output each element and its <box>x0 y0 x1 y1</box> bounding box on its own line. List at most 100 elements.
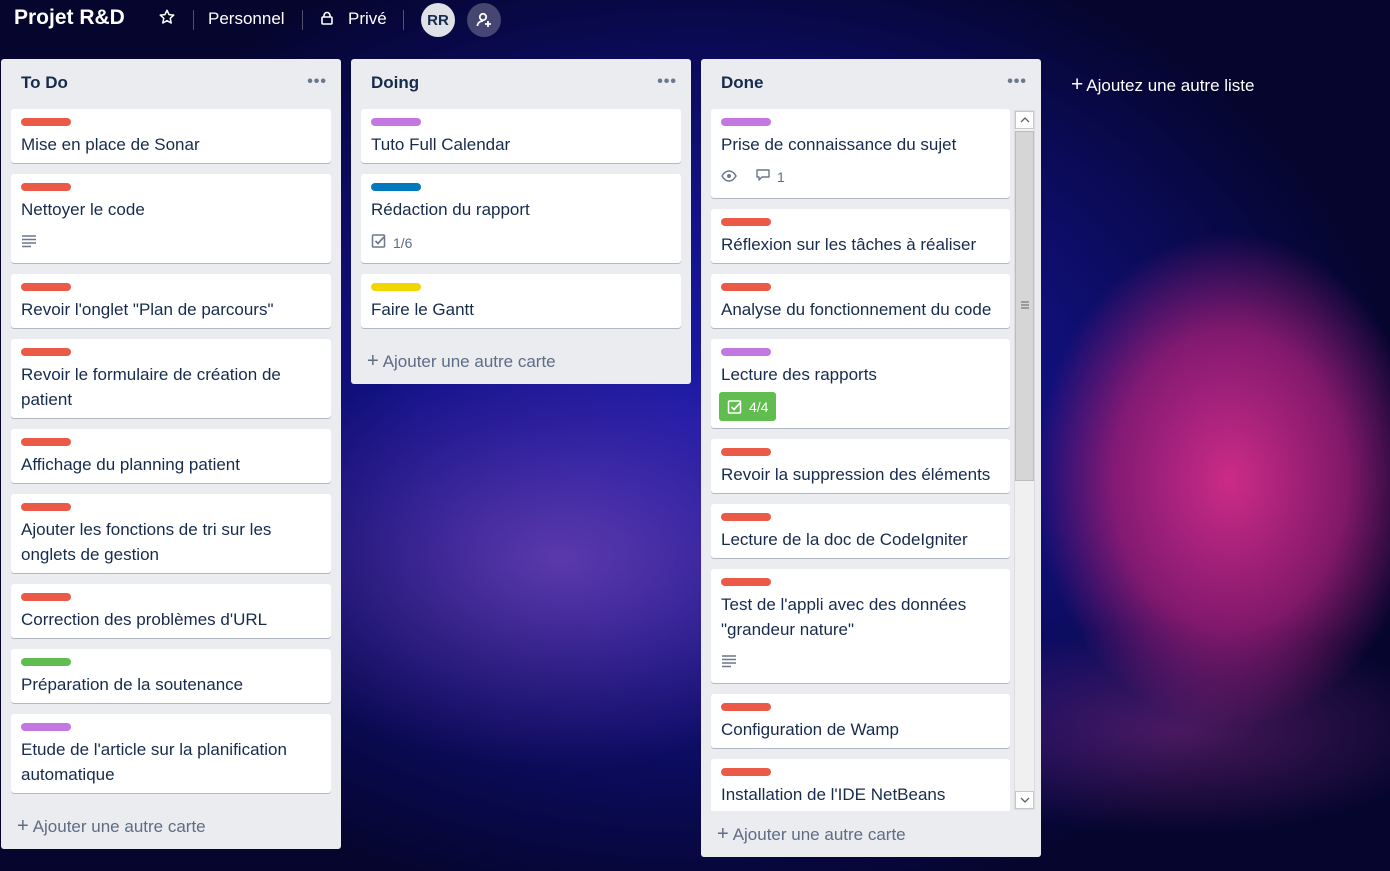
header-separator <box>193 10 194 30</box>
card-label <box>21 593 71 601</box>
checklist-count: 4/4 <box>749 398 769 415</box>
card-label <box>721 578 771 586</box>
board-header: Projet R&D Personnel Privé RR <box>0 0 1390 40</box>
card[interactable]: Revoir la suppression des éléments <box>711 439 1010 493</box>
list-menu-icon[interactable]: ••• <box>657 73 677 91</box>
card-title: Revoir l'onglet "Plan de parcours" <box>21 300 274 319</box>
avatar[interactable]: RR <box>421 3 455 37</box>
card[interactable]: Revoir le formulaire de création de pati… <box>11 339 331 418</box>
card[interactable]: Configuration de Wamp <box>711 694 1010 748</box>
card[interactable]: Ajouter les fonctions de tri sur les ong… <box>11 494 331 573</box>
list-doing: Doing ••• Tuto Full Calendar Rédaction d… <box>351 59 691 384</box>
team-button[interactable]: Personnel <box>208 9 285 29</box>
card-badges <box>721 654 737 671</box>
card-label <box>721 283 771 291</box>
card[interactable]: Tuto Full Calendar <box>361 109 681 163</box>
add-card-button[interactable]: + Ajouter une autre carte <box>367 350 556 373</box>
list-done: Done ••• Prise de connaissance du sujet … <box>701 59 1041 857</box>
star-icon[interactable] <box>158 8 176 31</box>
card-title: Configuration de Wamp <box>721 720 899 739</box>
card[interactable]: Affichage du planning patient <box>11 429 331 483</box>
add-card-label: Ajouter une autre carte <box>32 817 206 836</box>
card-title: Faire le Gantt <box>371 300 474 319</box>
chevron-down-icon <box>1020 797 1029 803</box>
scroll-thumb[interactable] <box>1015 131 1034 481</box>
card-label <box>371 118 421 126</box>
scroll-up-button[interactable] <box>1015 111 1034 129</box>
comment-icon <box>755 168 771 185</box>
card-title: Installation de l'IDE NetBeans <box>721 785 946 804</box>
header-separator <box>302 10 303 30</box>
card-label <box>371 183 421 191</box>
description-icon <box>721 654 737 671</box>
checklist-icon <box>727 399 743 415</box>
card-badges: 1/6 <box>371 233 412 252</box>
card[interactable]: Correction des problèmes d'URL <box>11 584 331 638</box>
card[interactable]: Prise de connaissance du sujet 1 <box>711 109 1010 198</box>
card-title: Lecture de la doc de CodeIgniter <box>721 530 968 549</box>
card-label <box>371 283 421 291</box>
card-title: Etude de l'article sur la planification … <box>21 740 287 784</box>
card[interactable]: Préparation de la soutenance <box>11 649 331 703</box>
card[interactable]: Installation de l'IDE NetBeans <box>711 759 1010 811</box>
card[interactable]: Réflexion sur les tâches à réaliser <box>711 209 1010 263</box>
card-title: Revoir la suppression des éléments <box>721 465 991 484</box>
card-label <box>21 118 71 126</box>
card-label <box>721 703 771 711</box>
card-label <box>21 658 71 666</box>
add-list-label: Ajoutez une autre liste <box>1086 76 1255 95</box>
checklist-icon <box>371 233 387 252</box>
card-label <box>721 513 771 521</box>
list-title[interactable]: Done <box>721 73 764 93</box>
visibility-button[interactable]: Privé <box>348 9 387 29</box>
card-title: Rédaction du rapport <box>371 200 530 219</box>
card-badges: 1 <box>721 168 785 185</box>
checklist-count: 1/6 <box>393 234 413 251</box>
card-title: Réflexion sur les tâches à réaliser <box>721 235 977 254</box>
card[interactable]: Faire le Gantt <box>361 274 681 328</box>
card[interactable]: Analyse du fonctionnement du code <box>711 274 1010 328</box>
card[interactable]: Nettoyer le code <box>11 174 331 263</box>
card-label <box>21 283 71 291</box>
card-title: Ajouter les fonctions de tri sur les ong… <box>21 520 272 564</box>
card-label <box>21 348 71 356</box>
card[interactable]: Lecture de la doc de CodeIgniter <box>711 504 1010 558</box>
plus-icon: + <box>717 823 729 845</box>
add-card-button[interactable]: + Ajouter une autre carte <box>717 823 906 846</box>
card-title: Nettoyer le code <box>21 200 145 219</box>
list-menu-icon[interactable]: ••• <box>307 73 327 91</box>
card-label <box>721 118 771 126</box>
card-label <box>21 503 71 511</box>
scroll-down-button[interactable] <box>1015 791 1034 809</box>
card-title: Test de l'appli avec des données "grande… <box>721 595 967 639</box>
checklist-complete-badge: 4/4 <box>719 392 777 421</box>
add-card-button[interactable]: + Ajouter une autre carte <box>17 815 206 838</box>
card-label <box>21 438 71 446</box>
card[interactable]: Rédaction du rapport 1/6 <box>361 174 681 263</box>
chevron-up-icon <box>1020 117 1029 123</box>
card-title: Mise en place de Sonar <box>21 135 200 154</box>
list-menu-icon[interactable]: ••• <box>1007 73 1027 91</box>
plus-icon: + <box>17 815 29 837</box>
add-member-icon[interactable] <box>467 3 501 37</box>
comment-count: 1 <box>777 168 785 185</box>
card[interactable]: Mise en place de Sonar <box>11 109 331 163</box>
add-list-button[interactable]: + Ajoutez une autre liste <box>1071 73 1254 97</box>
card[interactable]: Test de l'appli avec des données "grande… <box>711 569 1010 683</box>
eye-icon <box>721 169 737 185</box>
list-title[interactable]: Doing <box>371 73 419 93</box>
card-title: Revoir le formulaire de création de pati… <box>21 365 281 409</box>
plus-icon: + <box>367 350 379 372</box>
card[interactable]: Lecture des rapports 4/4 <box>711 339 1010 428</box>
card[interactable]: Etude de l'article sur la planification … <box>11 714 331 793</box>
add-card-label: Ajouter une autre carte <box>732 825 906 844</box>
card[interactable]: Revoir l'onglet "Plan de parcours" <box>11 274 331 328</box>
add-card-label: Ajouter une autre carte <box>382 352 556 371</box>
list-title[interactable]: To Do <box>21 73 68 93</box>
list-scrollbar[interactable] <box>1014 110 1035 810</box>
card-label <box>721 768 771 776</box>
card-title: Affichage du planning patient <box>21 455 240 474</box>
board-title[interactable]: Projet R&D <box>14 6 125 30</box>
card-title: Analyse du fonctionnement du code <box>721 300 992 319</box>
card-label <box>721 218 771 226</box>
